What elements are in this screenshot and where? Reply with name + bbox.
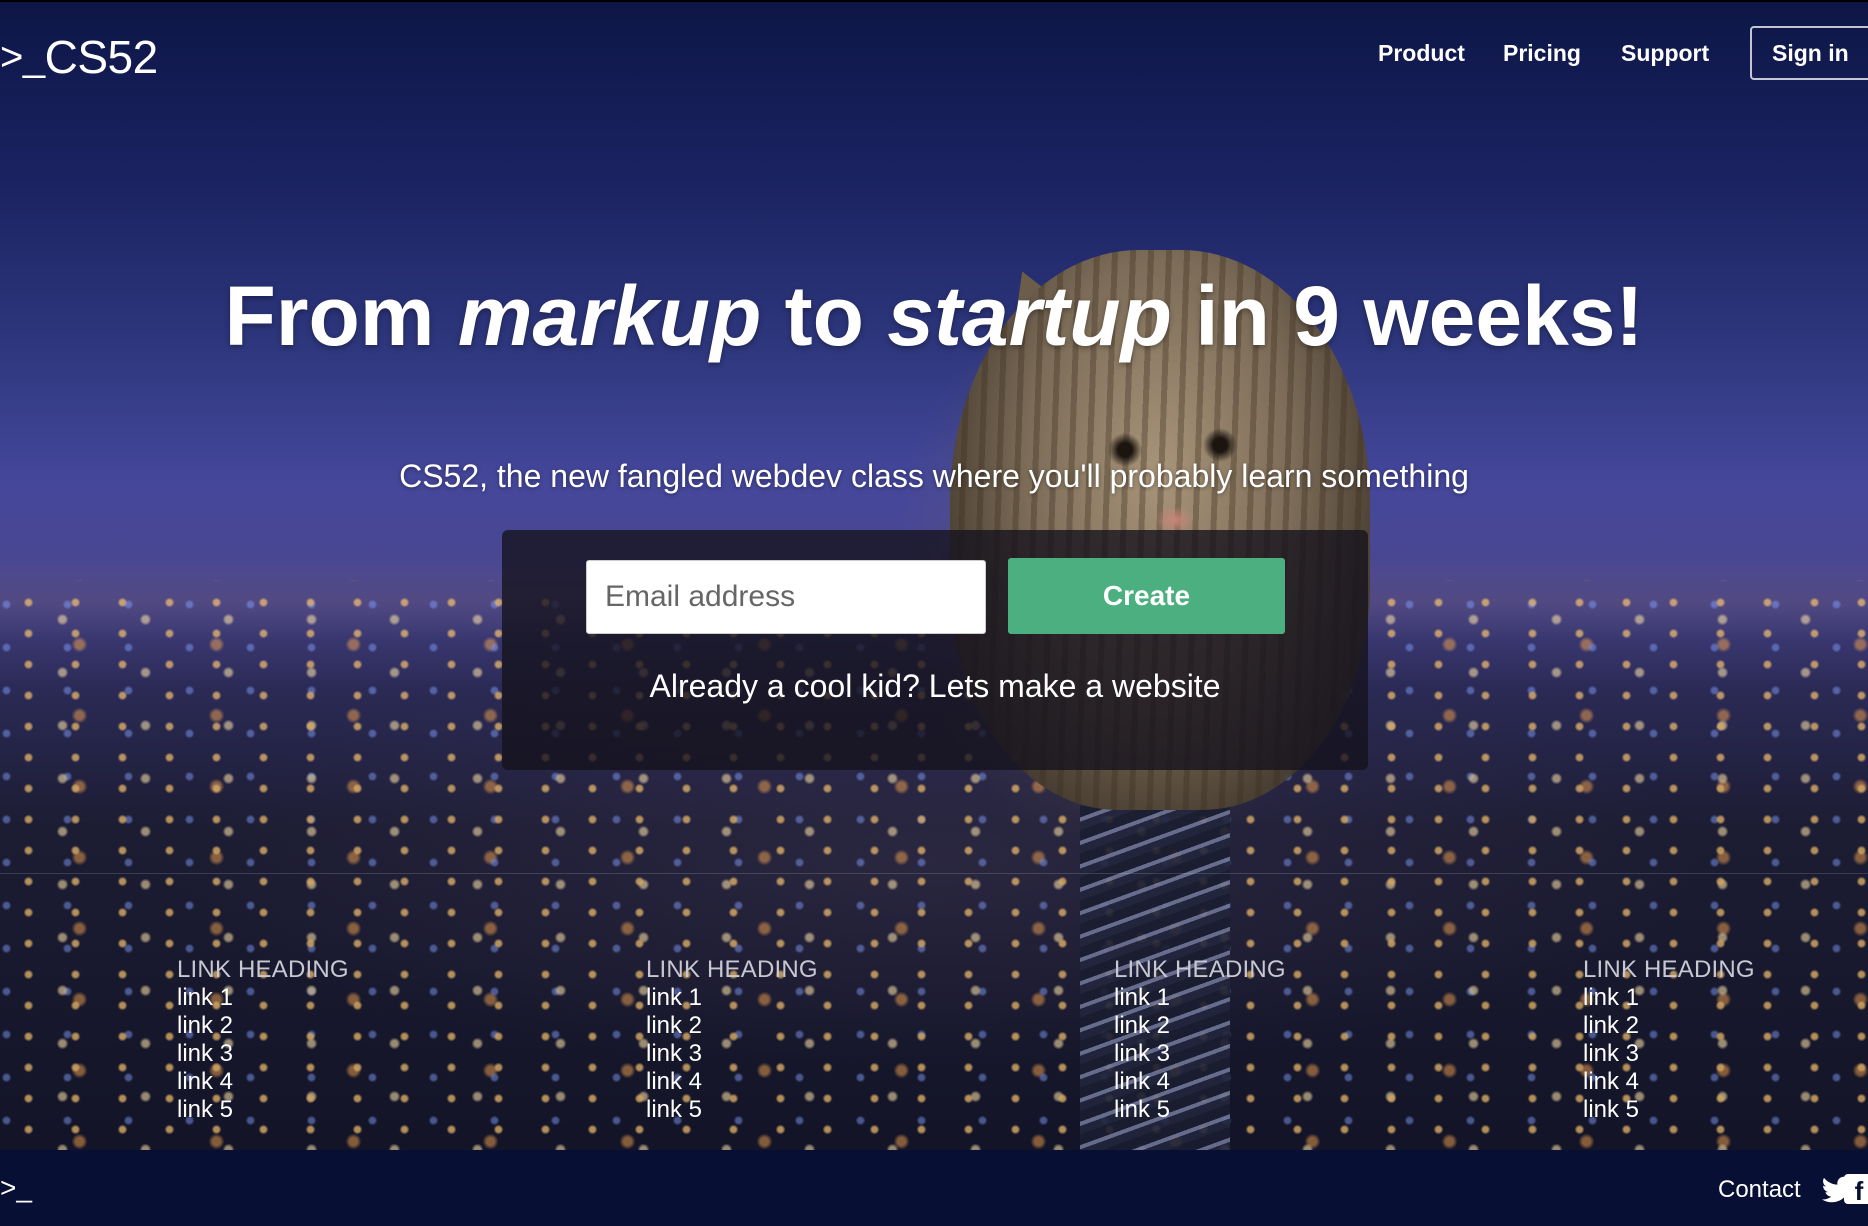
top-border xyxy=(0,0,1868,2)
link-column-4: LINK HEADING link 1 link 2 link 3 link 4… xyxy=(1583,956,1843,1124)
footer-logo[interactable]: >_ xyxy=(0,1172,32,1204)
footer-link[interactable]: link 2 xyxy=(1114,1012,1170,1039)
footer-link[interactable]: link 2 xyxy=(1583,1012,1639,1039)
footer-link[interactable]: link 4 xyxy=(1114,1068,1170,1095)
footer-link[interactable]: link 5 xyxy=(646,1096,702,1123)
section-divider xyxy=(0,873,1868,874)
footer-link[interactable]: link 3 xyxy=(177,1040,233,1067)
footer-link[interactable]: link 1 xyxy=(646,984,702,1011)
footer-link[interactable]: link 4 xyxy=(646,1068,702,1095)
email-field[interactable] xyxy=(586,560,986,634)
hero-subtitle: CS52, the new fangled webdev class where… xyxy=(399,458,1469,494)
headline-emphasis-startup: startup xyxy=(887,269,1172,363)
site-footer: >_ Contact f xyxy=(0,1150,1868,1226)
footer-link[interactable]: link 5 xyxy=(1583,1096,1639,1123)
footer-link[interactable]: link 5 xyxy=(1114,1096,1170,1123)
existing-user-link[interactable]: Already a cool kid? Lets make a website xyxy=(502,668,1368,705)
footer-link[interactable]: link 2 xyxy=(646,1012,702,1039)
site-logo[interactable]: >_CS52 xyxy=(0,30,158,84)
footer-link[interactable]: link 3 xyxy=(1114,1040,1170,1067)
hero-headline: From markup to startup in 9 weeks! xyxy=(0,268,1868,365)
link-column-2: LINK HEADING link 1 link 2 link 3 link 4… xyxy=(646,956,906,1124)
footer-link[interactable]: link 1 xyxy=(1583,984,1639,1011)
footer-link[interactable]: link 2 xyxy=(177,1012,233,1039)
logo-text: CS52 xyxy=(44,31,159,83)
facebook-icon[interactable]: f xyxy=(1844,1174,1868,1206)
create-button[interactable]: Create xyxy=(1008,558,1285,634)
headline-text-3: in 9 weeks! xyxy=(1171,269,1644,363)
prompt-icon: >_ xyxy=(0,35,45,79)
nav-support-link[interactable]: Support xyxy=(1621,40,1709,67)
link-heading: LINK HEADING xyxy=(1583,956,1755,983)
nav-product-link[interactable]: Product xyxy=(1378,40,1465,67)
footer-link[interactable]: link 1 xyxy=(177,984,233,1011)
link-column-3: LINK HEADING link 1 link 2 link 3 link 4… xyxy=(1114,956,1374,1124)
headline-emphasis-markup: markup xyxy=(457,269,762,363)
footer-link[interactable]: link 5 xyxy=(177,1096,233,1123)
footer-link[interactable]: link 1 xyxy=(1114,984,1170,1011)
nav-pricing-link[interactable]: Pricing xyxy=(1503,40,1581,67)
headline-text-2: to xyxy=(761,269,888,363)
contact-link[interactable]: Contact xyxy=(1718,1176,1801,1204)
headline-text-1: From xyxy=(224,269,458,363)
footer-link[interactable]: link 3 xyxy=(1583,1040,1639,1067)
link-column-1: LINK HEADING link 1 link 2 link 3 link 4… xyxy=(177,956,437,1124)
footer-link[interactable]: link 4 xyxy=(1583,1068,1639,1095)
signup-panel: Create Already a cool kid? Lets make a w… xyxy=(502,530,1368,770)
sign-in-button[interactable]: Sign in xyxy=(1750,26,1868,80)
link-heading: LINK HEADING xyxy=(646,956,818,983)
footer-link[interactable]: link 4 xyxy=(177,1068,233,1095)
footer-link[interactable]: link 3 xyxy=(646,1040,702,1067)
link-heading: LINK HEADING xyxy=(1114,956,1286,983)
link-heading: LINK HEADING xyxy=(177,956,349,983)
